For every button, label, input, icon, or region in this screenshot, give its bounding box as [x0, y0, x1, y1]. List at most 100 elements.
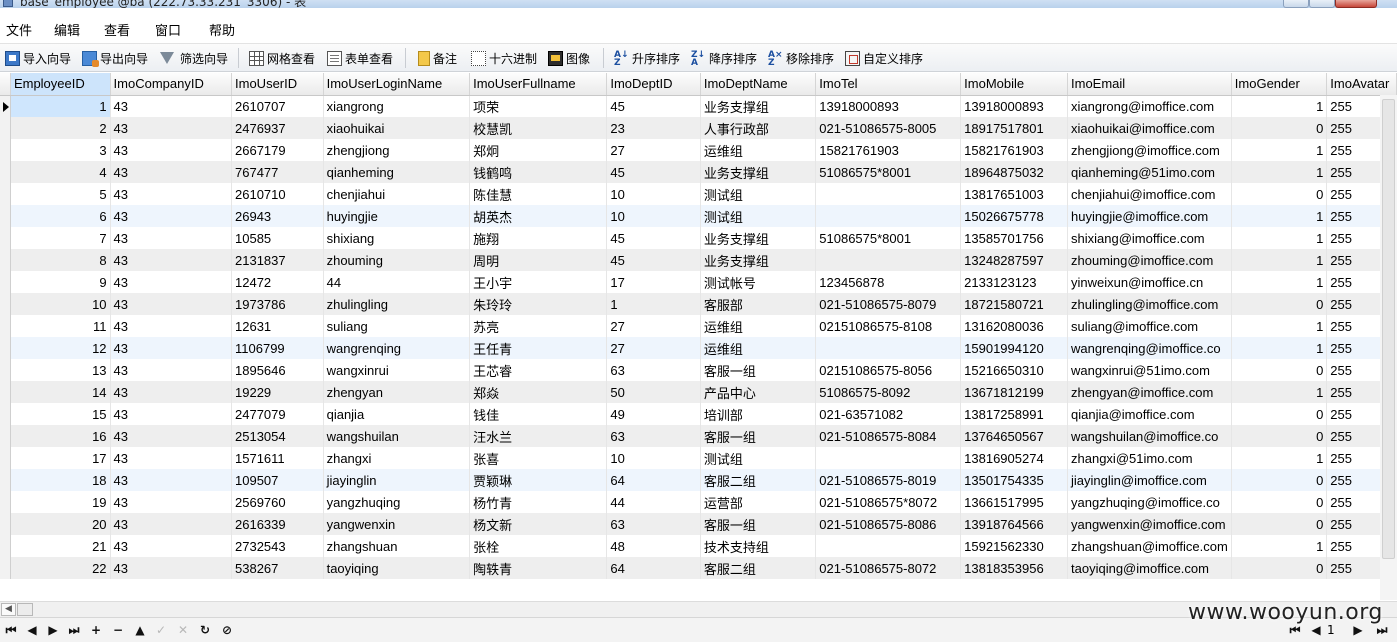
prior-record-icon[interactable]: ◀: [24, 622, 40, 638]
cell-employeeid[interactable]: 6: [10, 205, 111, 227]
cell-imocompanyid[interactable]: 43: [110, 293, 233, 315]
cell-imouserfullname[interactable]: 胡英杰: [469, 205, 608, 227]
cell-imouserloginname[interactable]: shixiang: [323, 227, 471, 249]
row-indicator[interactable]: [0, 403, 11, 425]
cell-imotel[interactable]: 02151086575-8056: [815, 359, 962, 381]
menu-help[interactable]: 帮助: [209, 20, 235, 39]
form-view-button[interactable]: 表单查看: [327, 49, 393, 67]
cell-imogender[interactable]: 0: [1231, 491, 1328, 513]
cell-employeeid[interactable]: 8: [10, 249, 111, 271]
cell-imouserfullname[interactable]: 张栓: [469, 535, 608, 557]
cell-imouserloginname[interactable]: zhangxi: [323, 447, 471, 469]
row-indicator[interactable]: [0, 117, 11, 139]
menu-file[interactable]: 文件: [6, 20, 32, 39]
table-row[interactable]: 6 43 26943 huyingjie 胡英杰 10 测试组 15026675778 huyi…: [0, 205, 1397, 227]
cell-imocompanyid[interactable]: 43: [110, 381, 233, 403]
cell-imogender[interactable]: 1: [1231, 161, 1328, 183]
cell-imocompanyid[interactable]: 43: [110, 139, 233, 161]
cell-imomobile[interactable]: 18964875032: [960, 161, 1069, 183]
cell-imouserfullname[interactable]: 苏亮: [469, 315, 608, 337]
cell-imomobile[interactable]: 2133123123: [960, 271, 1069, 293]
post-edit-icon[interactable]: ✓: [153, 622, 169, 638]
cell-imomobile[interactable]: 15921562330: [960, 535, 1069, 557]
cell-employeeid[interactable]: 10: [10, 293, 111, 315]
table-row[interactable]: 7 43 10585 shixiang 施翔 45 业务支撑组 51086575*8001 13…: [0, 227, 1397, 249]
cell-imodeptid[interactable]: 10: [606, 447, 701, 469]
cell-imouserid[interactable]: 1895646: [231, 359, 324, 381]
cell-employeeid[interactable]: 2: [10, 117, 111, 139]
table-row[interactable]: 15 43 2477079 qianjia 钱佳 49 培训部 021-63571082 138…: [0, 403, 1397, 425]
cell-imodeptname[interactable]: 客服一组: [700, 513, 817, 535]
export-wizard-button[interactable]: 导出向导: [82, 49, 148, 67]
cell-imouserid[interactable]: 1571611: [231, 447, 324, 469]
cell-imouserfullname[interactable]: 项荣: [469, 95, 608, 117]
cell-imodeptid[interactable]: 45: [606, 227, 701, 249]
cell-imoemail[interactable]: yangwenxin@imoffice.com: [1067, 513, 1232, 535]
page-number[interactable]: 1: [1327, 623, 1335, 637]
cell-imouserloginname[interactable]: huyingjie: [323, 205, 471, 227]
sort-descending-button[interactable]: Z↓ A 降序排序: [691, 49, 757, 67]
cell-imodeptname[interactable]: 测试组: [700, 205, 817, 227]
cell-imodeptname[interactable]: 运维组: [700, 139, 817, 161]
cell-employeeid[interactable]: 14: [10, 381, 111, 403]
cell-imotel[interactable]: 123456878: [815, 271, 962, 293]
vertical-scroll-thumb[interactable]: [1382, 99, 1395, 559]
cell-imouserfullname[interactable]: 朱玲玲: [469, 293, 608, 315]
column-header-imomobile[interactable]: ImoMobile: [960, 73, 1069, 96]
add-record-icon[interactable]: +: [88, 622, 104, 638]
column-header-employeeid[interactable]: EmployeeID: [10, 73, 111, 96]
cell-imoemail[interactable]: zhengjiong@imoffice.com: [1067, 139, 1232, 161]
cell-imocompanyid[interactable]: 43: [110, 95, 233, 117]
column-header-imoavatar[interactable]: ImoAvatar: [1326, 73, 1397, 96]
cell-imouserloginname[interactable]: wangrenqing: [323, 337, 471, 359]
cell-imogender[interactable]: 1: [1231, 95, 1328, 117]
cell-imoemail[interactable]: yinweixun@imoffice.cn: [1067, 271, 1232, 293]
cell-imocompanyid[interactable]: 43: [110, 557, 233, 579]
cell-imomobile[interactable]: 13817258991: [960, 403, 1069, 425]
cell-imotel[interactable]: 021-51086575-8072: [815, 557, 962, 579]
row-indicator[interactable]: [0, 359, 11, 381]
cell-imomobile[interactable]: 15901994120: [960, 337, 1069, 359]
table-row[interactable]: 10 43 1973786 zhulingling 朱玲玲 1 客服部 021-5108657…: [0, 293, 1397, 315]
cell-imocompanyid[interactable]: 43: [110, 271, 233, 293]
cell-imouserfullname[interactable]: 郑焱: [469, 381, 608, 403]
vertical-scrollbar[interactable]: [1380, 95, 1397, 600]
cell-employeeid[interactable]: 19: [10, 491, 111, 513]
row-indicator[interactable]: [0, 227, 11, 249]
cell-imouserfullname[interactable]: 王任青: [469, 337, 608, 359]
close-button[interactable]: [1335, 0, 1377, 8]
cell-imouserid[interactable]: 2610710: [231, 183, 324, 205]
table-row[interactable]: 4 43 767477 qianheming 钱鹤鸣 45 业务支撑组 51086575*80…: [0, 161, 1397, 183]
cell-imouserfullname[interactable]: 钱佳: [469, 403, 608, 425]
cell-imouserid[interactable]: 2667179: [231, 139, 324, 161]
cell-imocompanyid[interactable]: 43: [110, 205, 233, 227]
cell-imotel[interactable]: 02151086575-8108: [815, 315, 962, 337]
cell-imouserloginname[interactable]: zhulingling: [323, 293, 471, 315]
cell-imodeptname[interactable]: 测试组: [700, 183, 817, 205]
cell-imodeptname[interactable]: 业务支撑组: [700, 161, 817, 183]
cell-imouserid[interactable]: 2732543: [231, 535, 324, 557]
cell-imouserloginname[interactable]: wangxinrui: [323, 359, 471, 381]
cell-imotel[interactable]: 021-51086575-8084: [815, 425, 962, 447]
cell-imocompanyid[interactable]: 43: [110, 337, 233, 359]
cell-employeeid[interactable]: 22: [10, 557, 111, 579]
cell-imocompanyid[interactable]: 43: [110, 513, 233, 535]
cell-imouserid[interactable]: 19229: [231, 381, 324, 403]
cell-imouserloginname[interactable]: qianheming: [323, 161, 471, 183]
cell-imouserid[interactable]: 1106799: [231, 337, 324, 359]
cell-imouserloginname[interactable]: xiaohuikai: [323, 117, 471, 139]
last-record-icon[interactable]: ⏭: [66, 622, 82, 638]
cell-imogender[interactable]: 0: [1231, 117, 1328, 139]
cell-imouserloginname[interactable]: jiayinglin: [323, 469, 471, 491]
cell-imouserfullname[interactable]: 陈佳慧: [469, 183, 608, 205]
cell-imodeptid[interactable]: 23: [606, 117, 701, 139]
cell-imodeptid[interactable]: 27: [606, 315, 701, 337]
cell-imodeptname[interactable]: 运维组: [700, 337, 817, 359]
cell-imodeptname[interactable]: 业务支撑组: [700, 227, 817, 249]
column-header-imodeptname[interactable]: ImoDeptName: [700, 73, 817, 96]
grid-view-button[interactable]: 网格查看: [249, 49, 315, 67]
cell-imocompanyid[interactable]: 43: [110, 315, 233, 337]
row-indicator[interactable]: [0, 293, 11, 315]
cell-imocompanyid[interactable]: 43: [110, 403, 233, 425]
cell-imouserloginname[interactable]: zhengyan: [323, 381, 471, 403]
